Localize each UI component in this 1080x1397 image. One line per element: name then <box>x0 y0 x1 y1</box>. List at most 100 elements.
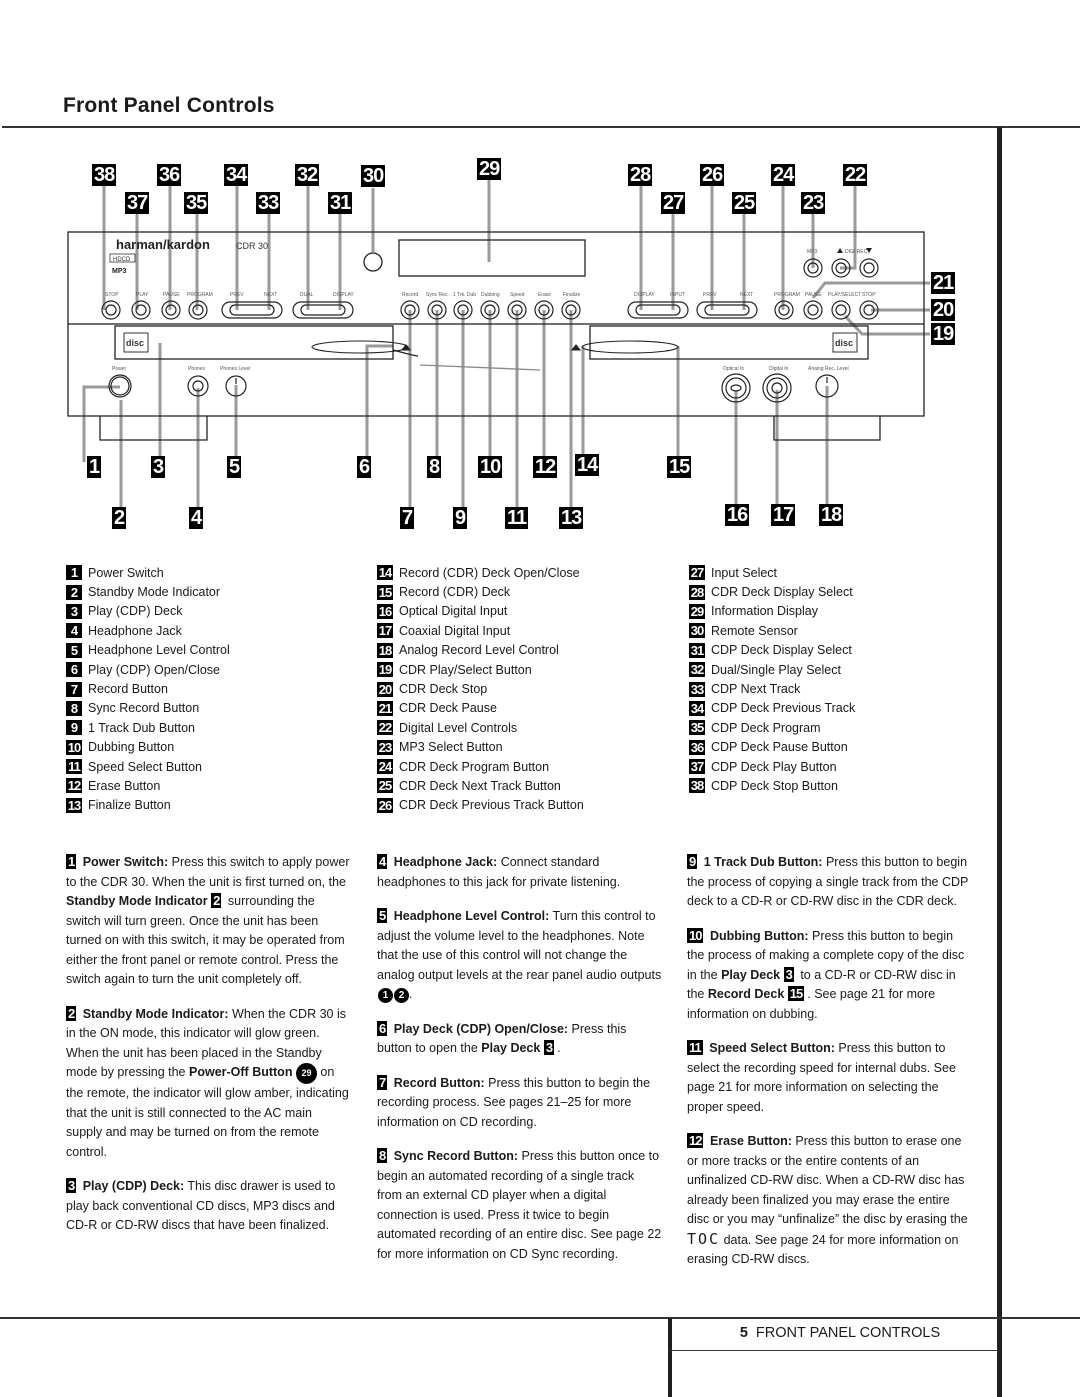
legend-number: 22 <box>377 720 393 736</box>
description-power-switch: 1 Power Switch: Press this switch to app… <box>66 853 351 990</box>
legend-item: 22 Digital Level Controls <box>377 718 584 737</box>
callout-22: 22 <box>843 164 868 186</box>
callout-17: 17 <box>771 504 796 526</box>
legend-number: 23 <box>377 739 393 755</box>
legend-number: 12 <box>66 778 82 794</box>
legend-item: 34 CDP Deck Previous Track <box>689 699 855 718</box>
toc-display-glyph: TOC <box>687 1229 721 1248</box>
callout-13: 13 <box>559 507 584 529</box>
legend-number: 35 <box>689 720 705 736</box>
legend-number: 8 <box>66 700 82 716</box>
callout-8: 8 <box>427 456 442 478</box>
label-prev: PREV <box>230 292 244 298</box>
legend-label: Dual/Single Play Select <box>711 662 841 677</box>
legend-item: 28 CDR Deck Display Select <box>689 582 855 601</box>
legend-label: Digital Level Controls <box>399 720 518 735</box>
left-foot <box>99 416 208 441</box>
item-ref-number: 3 <box>543 1040 555 1055</box>
legend-item: 33 CDP Next Track <box>689 679 855 698</box>
callout-14: 14 <box>575 454 600 476</box>
legend-item: 8 Sync Record Button <box>66 699 230 718</box>
legend-item: 1 Power Switch <box>66 563 230 582</box>
legend-item: 35 CDP Deck Program <box>689 718 855 737</box>
callout-36: 36 <box>157 164 182 186</box>
item-title: Power Switch: <box>82 855 169 869</box>
label-mp3: MP3 <box>807 249 818 255</box>
legend-item: 2 Standby Mode Indicator <box>66 582 230 601</box>
legend-item: 30 Remote Sensor <box>689 621 855 640</box>
label-dual: DUAL <box>300 292 314 298</box>
legend-number: 5 <box>66 642 82 658</box>
item-title: Play Deck (CDP) Open/Close: <box>393 1021 569 1036</box>
description-headphone-level: 5 Headphone Level Control: Turn this con… <box>377 907 662 1005</box>
legend-number: 34 <box>689 700 705 716</box>
callout-16: 16 <box>725 504 750 526</box>
cdr-tray <box>589 325 869 360</box>
footer-rule <box>0 1317 1080 1319</box>
legend-number: 24 <box>377 759 393 775</box>
callout-1: 1 <box>87 456 102 478</box>
legend-label: CDP Next Track <box>711 682 801 697</box>
item-number: 5 <box>377 908 388 923</box>
legend-item: 16 Optical Digital Input <box>377 602 584 621</box>
legend-label: Optical Digital Input <box>399 604 508 619</box>
callout-5: 5 <box>227 456 242 478</box>
item-title: Erase Button: <box>709 1134 792 1148</box>
legend-label: CDP Deck Pause Button <box>711 740 848 755</box>
legend-column-3: 27 Input Select 28 CDR Deck Display Select… <box>689 563 855 796</box>
description-erase: 12 Erase Button: Press this button to er… <box>687 1132 972 1270</box>
legend-number: 6 <box>66 662 82 678</box>
legend-label: Remote Sensor <box>711 623 798 638</box>
item-title: Headphone Jack: <box>393 855 498 869</box>
info-display <box>398 239 586 277</box>
callout-32: 32 <box>295 164 320 186</box>
model-name: CDR 30 <box>236 241 268 251</box>
legend-item: 17 Coaxial Digital Input <box>377 621 584 640</box>
callout-21: 21 <box>931 272 956 294</box>
legend-number: 28 <box>689 584 705 600</box>
legend-item: 9 1 Track Dub Button <box>66 718 230 737</box>
callout-6: 6 <box>357 456 372 478</box>
callout-10: 10 <box>478 456 503 478</box>
item-ref-number: 15 <box>787 986 805 1001</box>
item-title: Dubbing Button: <box>709 928 809 943</box>
legend-number: 20 <box>377 681 393 697</box>
page-title: Front Panel Controls <box>63 94 275 117</box>
front-panel-diagram: disc disc harman/kardon CDR 30 HDCD MP3 … <box>0 140 1000 540</box>
callout-38: 38 <box>92 164 117 186</box>
callout-33: 33 <box>256 192 281 214</box>
description-play-deck-open-close: 6 Play Deck (CDP) Open/Close: Press this… <box>377 1020 662 1059</box>
item-text: Press this button once to begin an autom… <box>377 1149 662 1261</box>
label-erase: Erase <box>538 292 551 298</box>
legend-column-2: 14 Record (CDR) Deck Open/Close 15 Record … <box>377 563 584 815</box>
description-record-button: 7 Record Button: Press this button to be… <box>377 1074 662 1133</box>
legend-label: CDR Deck Program Button <box>399 759 550 774</box>
label-record: Record <box>402 292 418 298</box>
legend-number: 31 <box>689 642 705 658</box>
callout-34: 34 <box>224 164 249 186</box>
item-ref-label: Standby Mode Indicator <box>66 894 208 908</box>
description-column-3: 9 1 Track Dub Button: Press this button … <box>687 853 972 1285</box>
legend-label: Analog Record Level Control <box>399 643 559 658</box>
label-cdr-prev: PREV <box>703 292 717 298</box>
label-stop: STOP <box>105 292 119 298</box>
callout-4: 4 <box>189 507 204 529</box>
legend-number: 3 <box>66 603 82 619</box>
leader-lines <box>82 180 930 510</box>
item-title: Speed Select Button: <box>709 1041 835 1055</box>
legend-number: 14 <box>377 565 393 581</box>
legend-item: 13 Finalize Button <box>66 796 230 815</box>
label-digital-in: Digital In <box>769 366 789 372</box>
item-ref-label: Power-Off Button <box>189 1065 293 1079</box>
callout-12: 12 <box>533 456 558 478</box>
legend-label: 1 Track Dub Button <box>88 720 196 735</box>
legend-label: Sync Record Button <box>88 701 200 716</box>
item-number: 2 <box>66 1005 77 1021</box>
item-number: 4 <box>377 854 388 869</box>
legend-label: CDR Play/Select Button <box>399 662 532 677</box>
item-number: 11 <box>687 1040 703 1055</box>
legend-label: Record (CDR) Deck Open/Close <box>399 565 580 580</box>
legend-number: 26 <box>377 797 393 813</box>
legend-item: 4 Headphone Jack <box>66 621 230 640</box>
legend-column-1: 1 Power Switch 2 Standby Mode Indicator 3P… <box>66 563 230 815</box>
